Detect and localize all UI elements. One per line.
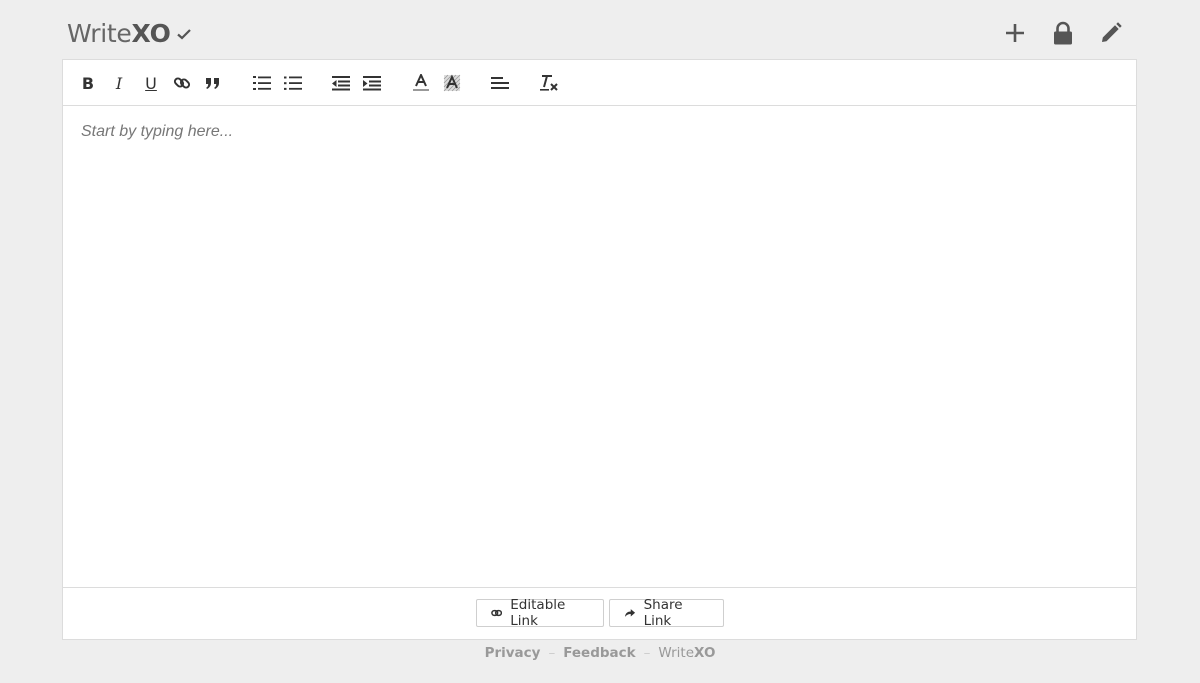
text-editor-area[interactable]: Start by typing here... [63, 106, 1136, 588]
share-link-button[interactable]: Share Link [609, 597, 724, 629]
footer-brand[interactable]: WriteXO [658, 645, 715, 661]
logo-xo: XO [131, 19, 171, 48]
share-arrow-icon [624, 609, 636, 617]
footer-separator: – [643, 645, 651, 661]
editable-link-button[interactable]: Editable Link [476, 597, 604, 629]
footer-brand-write: Write [658, 645, 695, 661]
plus-icon[interactable] [1002, 20, 1028, 46]
quote-icon[interactable] [201, 71, 225, 95]
formatting-toolbar: B I U [63, 60, 1136, 106]
footer-separator: – [548, 645, 556, 661]
logo-write: Write [67, 19, 132, 48]
align-icon[interactable] [488, 71, 512, 95]
font-color-icon[interactable] [409, 71, 433, 95]
share-link-label: Share Link [643, 597, 683, 629]
editable-link-label: Editable Link [510, 597, 566, 629]
bold-button[interactable]: B [76, 71, 100, 95]
indent-icon[interactable] [360, 71, 384, 95]
checkmark-icon [176, 28, 191, 40]
highlight-icon[interactable] [440, 71, 464, 95]
editor-footer: Editable Link Share Link [63, 587, 1136, 639]
footer-brand-xo: XO [694, 645, 716, 661]
ordered-list-icon[interactable] [250, 71, 274, 95]
editor-panel: B I U Start by typing here... Editable L… [62, 59, 1137, 640]
bullet-list-icon[interactable] [281, 71, 305, 95]
link-icon[interactable] [170, 71, 194, 95]
underline-button[interactable]: U [139, 71, 163, 95]
privacy-link[interactable]: Privacy [485, 645, 541, 661]
header-actions [1002, 20, 1124, 46]
outdent-icon[interactable] [329, 71, 353, 95]
app-logo[interactable]: Write XO [67, 19, 192, 48]
header: Write XO [62, 0, 1138, 60]
clear-format-icon[interactable] [537, 71, 561, 95]
italic-button[interactable]: I [107, 71, 131, 95]
pencil-icon[interactable] [1098, 20, 1124, 46]
lock-icon[interactable] [1050, 20, 1076, 46]
feedback-link[interactable]: Feedback [563, 645, 635, 661]
editor-placeholder: Start by typing here... [81, 123, 234, 140]
page-footer: Privacy – Feedback – WriteXO [0, 645, 1200, 661]
chain-icon [491, 609, 503, 617]
